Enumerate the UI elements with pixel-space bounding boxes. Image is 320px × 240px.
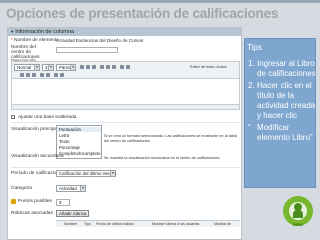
font-select[interactable]: Normal ▾ bbox=[14, 64, 40, 71]
top-stripe bbox=[0, 0, 320, 3]
italic-icon[interactable] bbox=[86, 65, 90, 69]
warning-icon bbox=[11, 199, 16, 204]
divider bbox=[11, 122, 240, 123]
collapse-arrow-icon[interactable]: ▾ bbox=[11, 29, 13, 34]
option-puntuacion[interactable]: Puntuación bbox=[57, 127, 101, 132]
vis-principal-label: Visualización principal bbox=[11, 127, 59, 132]
periodo-select[interactable]: Calificación del último intento ▾ bbox=[56, 170, 116, 177]
bold-icon[interactable] bbox=[80, 65, 84, 69]
size-select[interactable]: 3 ▾ bbox=[42, 64, 54, 71]
rubric-table-header: Nombre Tipo Fecha de última edición Most… bbox=[56, 220, 240, 227]
align-left-icon[interactable] bbox=[100, 65, 104, 69]
categoria-select[interactable]: Actividad ▾ bbox=[56, 185, 86, 192]
chevron-down-icon: ▾ bbox=[80, 186, 85, 191]
col-fecha: Fecha de última edición bbox=[96, 222, 134, 226]
col-mostrar-de: Mostrar de bbox=[214, 222, 232, 226]
chevron-down-icon: ▾ bbox=[70, 65, 75, 70]
chevron-down-icon: ▾ bbox=[48, 65, 53, 70]
vis-secundaria-note: Se muestra la visualización secundaria e… bbox=[104, 156, 221, 160]
underline-icon[interactable] bbox=[92, 65, 96, 69]
nombre-centro-label: Nombre del centro de calificaciones bbox=[11, 45, 40, 60]
required-marker: * bbox=[11, 38, 13, 43]
add-rubric-button[interactable]: Añadir rúbrica bbox=[56, 210, 90, 217]
undo-icon[interactable] bbox=[40, 73, 44, 77]
editor-toolbar: Normal ▾ 3 ▾ Párrafo ▾ Editor de texto: Act… bbox=[11, 61, 240, 79]
column-info-form: ▾ Información de columna * Nombre de elem… bbox=[7, 27, 242, 240]
base-checkbox[interactable] bbox=[11, 115, 15, 119]
logo-body bbox=[293, 210, 303, 218]
cut-icon[interactable] bbox=[20, 73, 24, 77]
col-nombre: Nombre bbox=[64, 222, 77, 226]
checkbox-label: Ajustar una base inalterada bbox=[18, 115, 77, 120]
section-title: Información de columna bbox=[15, 29, 74, 35]
nombre-centro-input[interactable] bbox=[56, 47, 118, 53]
tip-text: Modificar elemento Libro” bbox=[257, 123, 313, 142]
categoria-label: Categoría bbox=[11, 186, 33, 191]
option-texto[interactable]: Texto bbox=[57, 139, 101, 144]
puntos-label: Puntos posibles bbox=[18, 199, 52, 204]
table-icon[interactable] bbox=[54, 73, 58, 77]
spellcheck-icon[interactable] bbox=[60, 73, 64, 77]
redo-icon[interactable] bbox=[46, 73, 50, 77]
tip-number: 2. bbox=[248, 81, 255, 90]
editor-mode-label: Editor de texto: Activo bbox=[190, 65, 227, 69]
tip-text: Ingresar al Libro de calificaciones bbox=[257, 59, 316, 78]
option-porcentaje[interactable]: Porcentaje bbox=[57, 145, 101, 150]
align-center-icon[interactable] bbox=[106, 65, 110, 69]
logo-text: SENA bbox=[293, 223, 303, 227]
paste-icon[interactable] bbox=[32, 73, 36, 77]
link-icon[interactable] bbox=[120, 65, 124, 69]
rubricas-label: Rúbricas asociadas bbox=[11, 211, 53, 216]
list-icon[interactable] bbox=[112, 65, 116, 69]
divider bbox=[11, 167, 240, 168]
style-select[interactable]: Párrafo ▾ bbox=[56, 64, 76, 71]
sena-logo: SENA bbox=[283, 196, 313, 227]
tips-panel: Tips 1. Ingresar al Libro de calificacio… bbox=[244, 38, 316, 188]
col-tipo: Tipo bbox=[84, 222, 91, 226]
tip-text: Hacer clic en el título de la actividad … bbox=[257, 81, 316, 120]
option-letra[interactable]: Letra bbox=[57, 133, 101, 138]
image-icon[interactable] bbox=[126, 65, 130, 69]
description-editor[interactable] bbox=[11, 79, 240, 105]
tips-title: Tips bbox=[247, 43, 262, 52]
puntos-input[interactable]: 3 bbox=[56, 199, 70, 206]
section-header: ▾ Información de columna bbox=[8, 28, 241, 36]
nombre-label: Nombre de elemento bbox=[14, 38, 59, 43]
editor-footer bbox=[11, 105, 240, 110]
vis-principal-note: Si se crea un formato seleccionado. Las … bbox=[104, 134, 237, 143]
chevron-down-icon: ▾ bbox=[110, 171, 115, 176]
tip-number: “ bbox=[248, 123, 251, 132]
copy-icon[interactable] bbox=[26, 73, 30, 77]
chevron-down-icon: ▾ bbox=[34, 65, 39, 70]
tip-number: 1. bbox=[248, 59, 255, 68]
page-title: Opciones de presentación de calificacion… bbox=[6, 6, 279, 21]
nombre-value: Actividad Evidencias del Diseño de Curso… bbox=[56, 38, 144, 43]
vis-secundaria-label: Visualización secundaria bbox=[11, 154, 64, 159]
col-mostrar: Mostrar rúbrica a los usuarios bbox=[152, 222, 200, 226]
